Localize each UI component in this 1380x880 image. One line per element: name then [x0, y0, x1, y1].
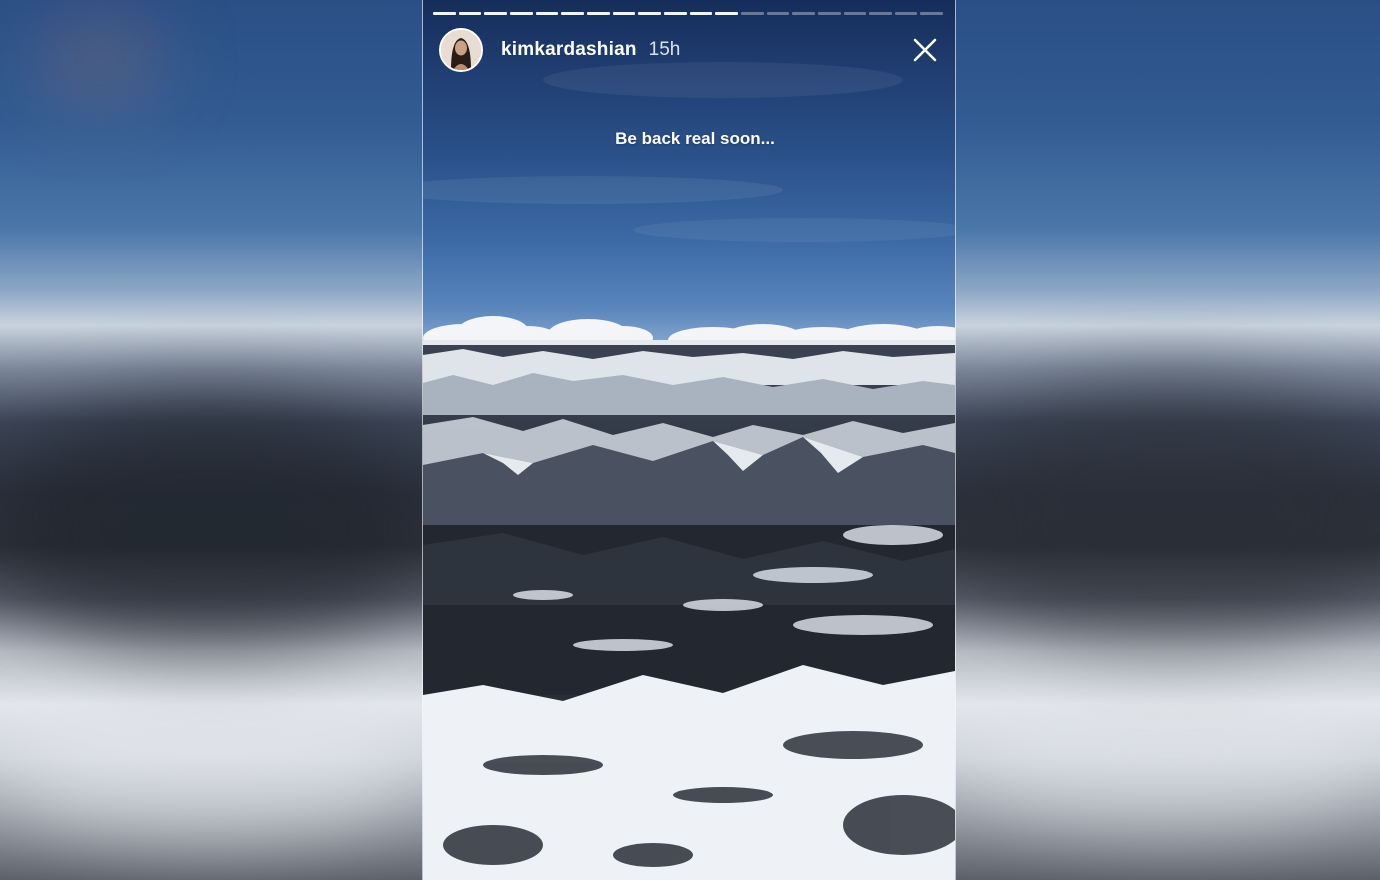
progress-segment — [663, 12, 687, 15]
story-card[interactable]: kimkardashian 15h Be back real soon... — [423, 0, 955, 880]
story-timestamp: 15h — [648, 39, 681, 60]
close-icon[interactable] — [911, 36, 939, 64]
progress-segment — [535, 12, 559, 15]
avatar[interactable] — [439, 28, 483, 72]
progress-segment — [792, 12, 815, 15]
progress-segment — [869, 12, 892, 15]
progress-segment — [638, 12, 661, 15]
progress-segment — [586, 12, 610, 15]
progress-segment — [843, 12, 867, 15]
progress-segment — [766, 12, 790, 15]
progress-segment — [509, 12, 533, 15]
story-progress-bar — [433, 12, 944, 15]
progress-segment — [612, 12, 636, 15]
progress-segment — [484, 12, 507, 15]
progress-segment — [689, 12, 713, 15]
story-viewer: kimkardashian 15h Be back real soon... — [0, 0, 1380, 880]
progress-segment — [561, 12, 584, 15]
story-caption: Be back real soon... — [615, 129, 775, 148]
progress-segment — [715, 12, 738, 15]
progress-segment — [433, 12, 456, 15]
progress-segment — [740, 12, 764, 15]
progress-segment — [817, 12, 841, 15]
story-photo-mountains — [423, 345, 955, 880]
progress-segment — [458, 12, 482, 15]
progress-segment — [920, 12, 944, 15]
story-username[interactable]: kimkardashian — [501, 39, 637, 61]
progress-segment — [894, 12, 918, 15]
story-header: kimkardashian 15h — [439, 28, 939, 72]
